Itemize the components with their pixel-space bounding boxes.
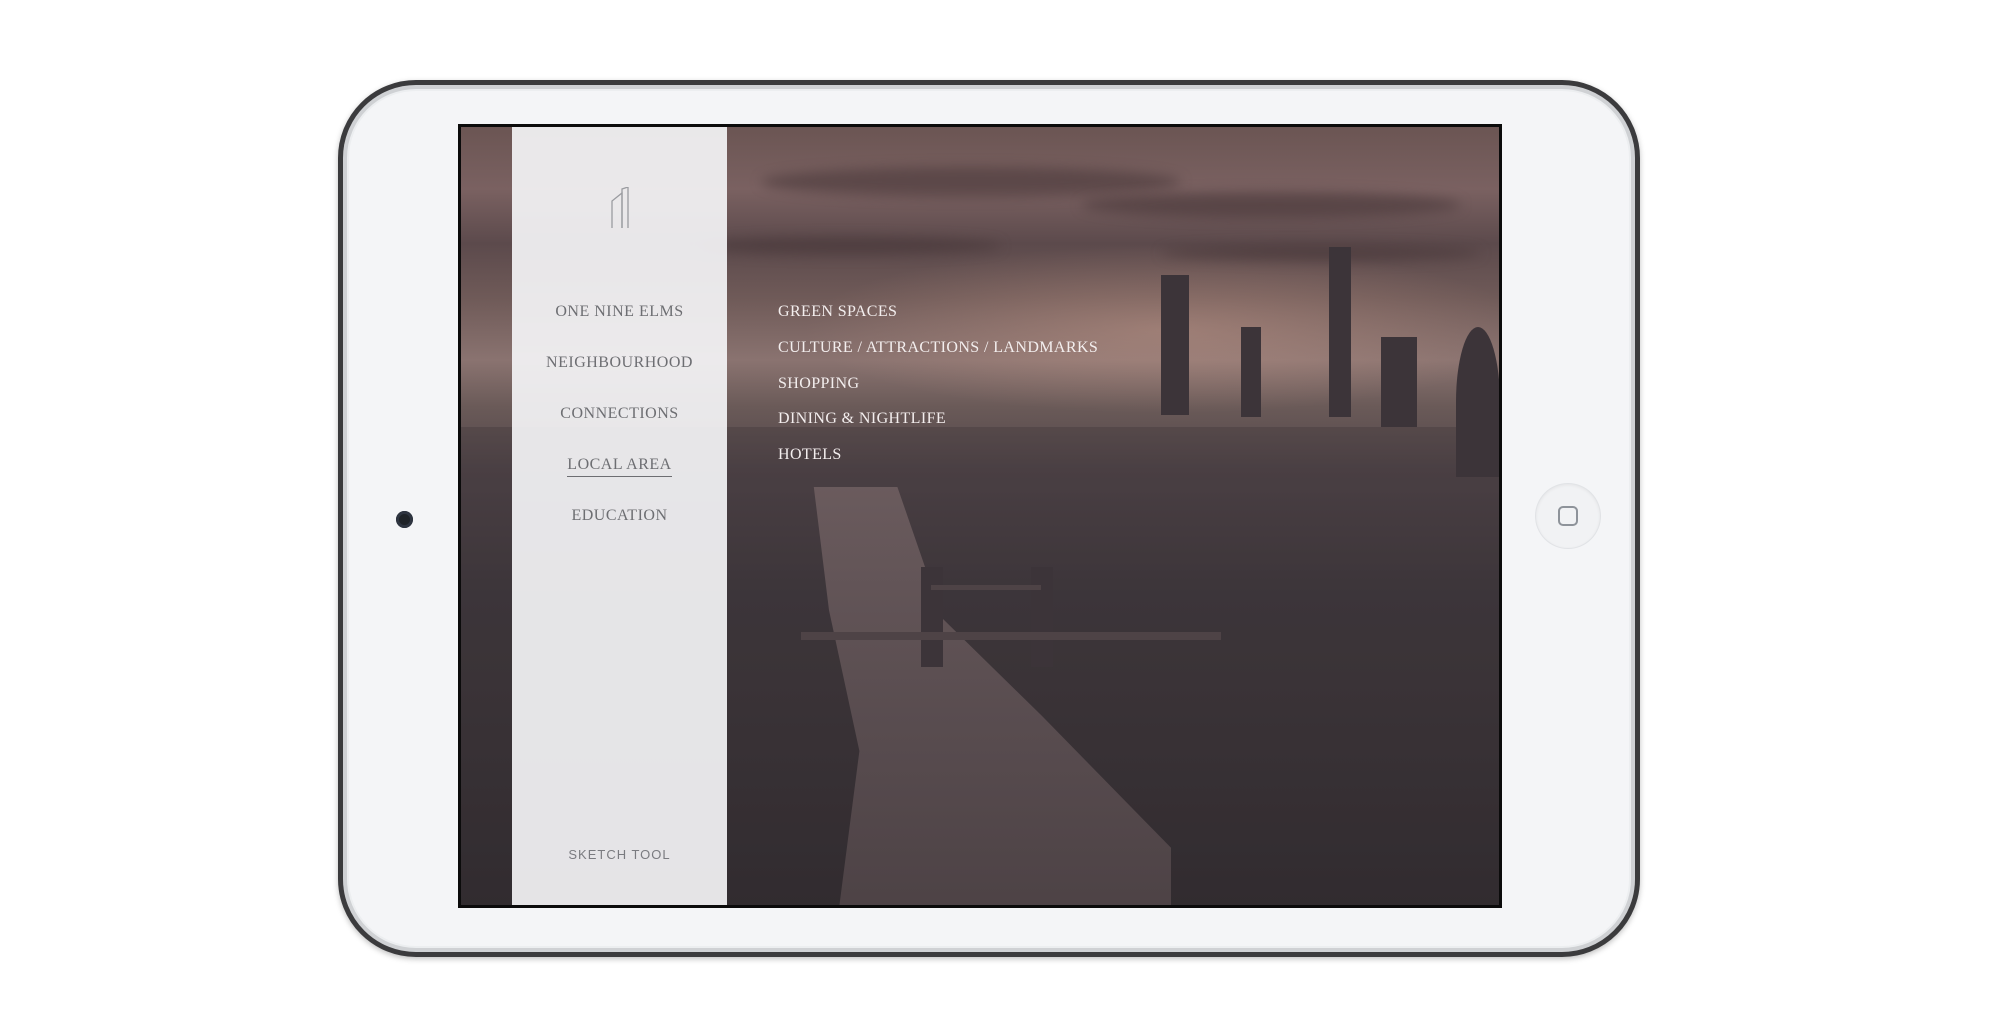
nav-item-label: CONNECTIONS <box>560 405 679 422</box>
nav-item-education[interactable]: EDUCATION <box>512 507 727 525</box>
home-button[interactable] <box>1536 484 1600 548</box>
sidebar: ONE NINE ELMS NEIGHBOURHOOD CONNECTIONS … <box>512 127 727 905</box>
nav-item-local-area[interactable]: LOCAL AREA <box>512 456 727 477</box>
nav-item-label: LOCAL AREA <box>567 456 672 477</box>
submenu-hotels[interactable]: HOTELS <box>778 446 842 464</box>
submenu-green-spaces[interactable]: GREEN SPACES <box>778 303 897 321</box>
nav-item-label: EDUCATION <box>571 507 668 524</box>
nav-item-one-nine-elms[interactable]: ONE NINE ELMS <box>512 303 727 321</box>
sketch-tool-button[interactable]: SKETCH TOOL <box>512 847 727 862</box>
submenu-shopping[interactable]: SHOPPING <box>778 375 859 393</box>
camera-icon <box>396 511 413 528</box>
tower-logo-icon <box>611 187 629 228</box>
submenu-dining-nightlife[interactable]: DINING & NIGHTLIFE <box>778 410 946 428</box>
nav-item-connections[interactable]: CONNECTIONS <box>512 405 727 423</box>
nav-item-label: ONE NINE ELMS <box>555 303 684 320</box>
submenu-culture-attractions-landmarks[interactable]: CULTURE / ATTRACTIONS / LANDMARKS <box>778 339 1098 357</box>
nav-item-label: NEIGHBOURHOOD <box>546 354 693 371</box>
home-square-icon <box>1558 506 1578 526</box>
nav-item-neighbourhood[interactable]: NEIGHBOURHOOD <box>512 354 727 372</box>
tablet-screen: ONE NINE ELMS NEIGHBOURHOOD CONNECTIONS … <box>458 124 1502 908</box>
